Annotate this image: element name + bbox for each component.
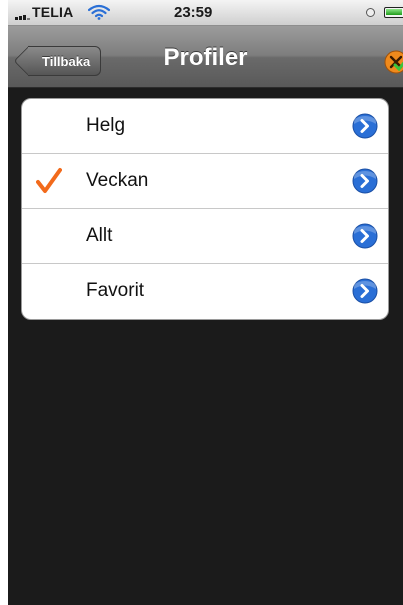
disclosure-arrow-icon[interactable]: [352, 168, 378, 194]
battery-icon: [384, 7, 403, 18]
carrier-name: TELIA: [32, 4, 74, 20]
status-time: 23:59: [174, 4, 213, 21]
profile-row-favorit[interactable]: Favorit: [22, 264, 388, 319]
profile-label: Allt: [86, 225, 113, 246]
profile-label: Favorit: [86, 280, 145, 301]
profile-row-veckan[interactable]: Veckan: [22, 154, 388, 209]
checkmark-icon: [36, 168, 62, 193]
app-badge-icon[interactable]: [384, 50, 403, 74]
disclosure-arrow-icon[interactable]: [352, 278, 378, 304]
back-button-label: Tillbaka: [42, 53, 91, 69]
back-button[interactable]: Tillbaka: [28, 46, 102, 76]
orientation-lock-icon: [366, 8, 375, 17]
profile-row-allt[interactable]: Allt: [22, 209, 388, 264]
wifi-icon: [88, 4, 110, 20]
navigation-bar: Tillbaka Profiler: [8, 26, 403, 88]
status-bar: TELIA 23:59: [8, 0, 403, 26]
profile-label: Helg: [86, 115, 126, 136]
profile-row-helg[interactable]: Helg: [22, 99, 388, 154]
disclosure-arrow-icon[interactable]: [352, 223, 378, 249]
disclosure-arrow-icon[interactable]: [352, 113, 378, 139]
iphone-screen: TELIA 23:59 Tillbaka Profiler Helg Vecka…: [8, 0, 403, 605]
profile-label: Veckan: [86, 170, 149, 191]
profile-list: Helg Veckan Allt Favorit: [21, 98, 389, 320]
